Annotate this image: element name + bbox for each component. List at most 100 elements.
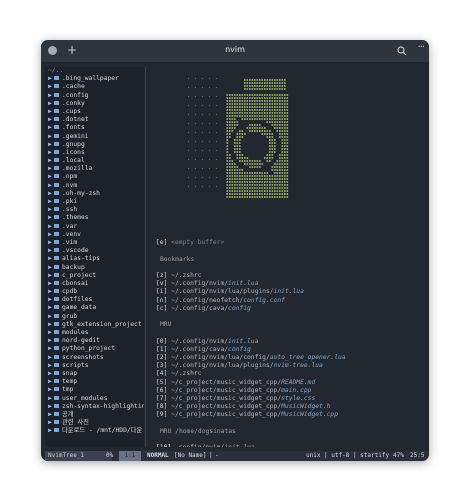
tree-item-label: backup bbox=[62, 263, 85, 271]
bookmark-entry[interactable]: [v] ~/.config/nvim/init.lua bbox=[156, 280, 258, 288]
mru-entry[interactable]: [3] ~/.config/nvim/lua/plugins/nvim-tree… bbox=[156, 362, 323, 370]
entry-path: ~/.config/cava/ bbox=[171, 345, 229, 353]
entry-path: ~/c_project/music_widget_cpp/ bbox=[171, 403, 282, 411]
mru-entry[interactable]: [9] ~/c_project/music_widget_cpp/MusicWi… bbox=[156, 411, 338, 419]
tree-item[interactable]: ▶ .icons bbox=[45, 149, 144, 157]
tree-item[interactable]: ▶ 다운로드 - /mnt/HDD/다운 bbox=[45, 427, 144, 435]
file-tree-sidebar[interactable]: ~/.. ▶ .bing_wallpaper ▶ .cache ▶ .config ▶ .co… bbox=[45, 67, 144, 447]
tree-item[interactable]: ▶ zsh-syntax-highlighting bbox=[45, 403, 144, 411]
tree-item[interactable]: ▶ .local bbox=[45, 157, 144, 165]
tree-item[interactable]: ▶ .npm bbox=[45, 173, 144, 181]
mru-entry[interactable]: [2] ~/.config/nvim/lua/config/auto_tree_… bbox=[156, 354, 346, 362]
tree-item[interactable]: ▶ .bing_wallpaper bbox=[45, 75, 144, 83]
tree-item[interactable]: ▶ cpdb bbox=[45, 288, 144, 296]
tree-item[interactable]: ▶ nord-gedit bbox=[45, 337, 144, 345]
tree-item[interactable]: ▶ .nvm bbox=[45, 182, 144, 190]
folder-icon bbox=[54, 223, 59, 228]
tree-item[interactable]: ▶ modules bbox=[45, 329, 144, 337]
mru-entry[interactable]: [6] ~/c_project/music_widget_cpp/main.cp… bbox=[156, 387, 311, 395]
tree-item-label: .icons bbox=[62, 148, 85, 156]
entry-path: ~/.config/cava/ bbox=[171, 304, 229, 312]
mru-entry[interactable]: [5] ~/c_project/music_widget_cpp/README.… bbox=[156, 379, 315, 387]
entry-key: [4] bbox=[156, 370, 168, 378]
tree-item-label: nord-gedit bbox=[62, 337, 100, 345]
tree-item[interactable]: ▶ .oh-my-zsh bbox=[45, 190, 144, 198]
tree-item[interactable]: ▶ scripts bbox=[45, 362, 144, 370]
tree-item[interactable]: ▶ c_project bbox=[45, 272, 144, 280]
tree-item[interactable]: ▶ python_project bbox=[45, 345, 144, 353]
entry-path: ~/.config/nvim/ bbox=[171, 280, 229, 288]
tree-item[interactable]: ▶ .config bbox=[45, 92, 144, 100]
mru-entry[interactable]: [8] ~/c_project/music_widget_cpp/MusicWi… bbox=[156, 403, 330, 411]
bookmark-entry[interactable]: [n] ~/.config/neofetch/config.conf bbox=[156, 297, 285, 305]
mru-entry[interactable]: [7] ~/c_project/music_widget_cpp/style.c… bbox=[156, 395, 315, 403]
tree-item[interactable]: ▶ game_data bbox=[45, 304, 144, 312]
bookmark-entry[interactable]: [z] ~/.zshrc bbox=[156, 272, 202, 280]
mru-entry[interactable]: [1] ~/.config/cava/config bbox=[156, 346, 251, 354]
tree-item[interactable]: ▶ .vim bbox=[45, 239, 144, 247]
tree-item-label: cpdb bbox=[62, 288, 78, 296]
entry-path: ~/c_project/music_widget_cpp/ bbox=[171, 395, 282, 402]
bookmark-entry[interactable]: [i] ~/.config/nvim/lua/plugins/init.lua bbox=[156, 288, 304, 296]
tree-item[interactable]: ▶ temp bbox=[45, 378, 144, 386]
tree-root-path[interactable]: ~/.. bbox=[45, 67, 144, 75]
folder-icon bbox=[54, 305, 59, 310]
tree-item[interactable]: ▶ .gnupg bbox=[45, 141, 144, 149]
folder-icon bbox=[54, 158, 59, 163]
tree-item[interactable]: ▶ user_modules bbox=[45, 395, 144, 403]
tree-item[interactable]: ▶ .var bbox=[45, 223, 144, 231]
tree-item[interactable]: ▶ .vscode bbox=[45, 247, 144, 255]
tree-item[interactable]: ▶ 공개 bbox=[45, 411, 144, 419]
entry-key: [e] bbox=[156, 239, 168, 247]
mru-directory-entry[interactable]: [10] .config/nvim/init.lua bbox=[156, 444, 255, 447]
tree-item[interactable]: ▶ snap bbox=[45, 370, 144, 378]
tree-item-label: .bing_wallpaper bbox=[62, 75, 119, 83]
tree-item[interactable]: ▶ .venv bbox=[45, 231, 144, 239]
entry-file: auto_tree_opener.lua bbox=[269, 354, 346, 361]
tree-item[interactable]: ▶ screenshots bbox=[45, 354, 144, 362]
tree-item[interactable]: ▶ tmp bbox=[45, 386, 144, 394]
entry-path: ~/.zshrc bbox=[171, 272, 202, 279]
tree-item[interactable]: ▶ alias-tips bbox=[45, 255, 144, 263]
entry-key: [7] bbox=[156, 395, 168, 402]
folder-icon bbox=[54, 256, 59, 261]
tree-item[interactable]: ▶ backup bbox=[45, 264, 144, 272]
entry-key: [1] bbox=[156, 345, 168, 353]
folder-icon bbox=[54, 100, 59, 105]
tree-item[interactable]: ▶ .gemini bbox=[45, 133, 144, 141]
tree-item[interactable]: ▶ .mozilla bbox=[45, 165, 144, 173]
entry-key: [c] bbox=[156, 304, 168, 312]
tree-item-label: 공개 bbox=[62, 410, 74, 418]
tree-item[interactable]: ▶ dotfiles bbox=[45, 296, 144, 304]
tree-item-label: python_project bbox=[62, 345, 116, 353]
more-options-icon[interactable]: ··· bbox=[417, 42, 424, 53]
entry-path: ~/c_project/music_widget_cpp/ bbox=[171, 386, 282, 394]
tree-item[interactable]: ▶ .dotnet bbox=[45, 116, 144, 124]
tree-item-label: .npm bbox=[62, 173, 78, 181]
tree-item[interactable]: ▶ .fonts bbox=[45, 124, 144, 132]
tree-item[interactable]: ▶ cbonsai bbox=[45, 280, 144, 288]
tree-item[interactable]: ▶ .cache bbox=[45, 83, 144, 91]
entry-path: ~/.zshrc bbox=[171, 370, 202, 378]
empty-buffer-entry[interactable]: [e] <empty buffer> bbox=[156, 239, 224, 247]
window-divider[interactable] bbox=[145, 67, 146, 447]
bookmark-entry[interactable]: [c] ~/.config/cava/config bbox=[156, 305, 251, 313]
mru-entry[interactable]: [0] ~/.config/nvim/init.lua bbox=[156, 338, 258, 346]
tree-item[interactable]: ▶ .pki bbox=[45, 198, 144, 206]
tree-item[interactable]: ▶ gtk_extension_project bbox=[45, 321, 144, 329]
search-icon[interactable] bbox=[397, 46, 407, 56]
tree-item[interactable]: ▶ .themes bbox=[45, 214, 144, 222]
tree-item[interactable]: ▶ .cups bbox=[45, 108, 144, 116]
tree-item[interactable]: ▶ grub bbox=[45, 313, 144, 321]
tree-item[interactable]: ▶ .conky bbox=[45, 100, 144, 108]
window-title: nvim bbox=[225, 45, 245, 54]
folder-icon bbox=[54, 76, 59, 81]
folder-icon bbox=[54, 395, 59, 400]
folder-icon bbox=[54, 411, 59, 416]
tree-item-label: .oh-my-zsh bbox=[62, 189, 100, 197]
entry-path: ~/.config/nvim/lua/config/ bbox=[171, 354, 270, 361]
entry-key: [10] bbox=[156, 444, 171, 447]
entry-file: style.css bbox=[281, 395, 316, 402]
mru-entry[interactable]: [4] ~/.zshrc bbox=[156, 370, 202, 378]
tree-item[interactable]: ▶ .ssh bbox=[45, 206, 144, 214]
